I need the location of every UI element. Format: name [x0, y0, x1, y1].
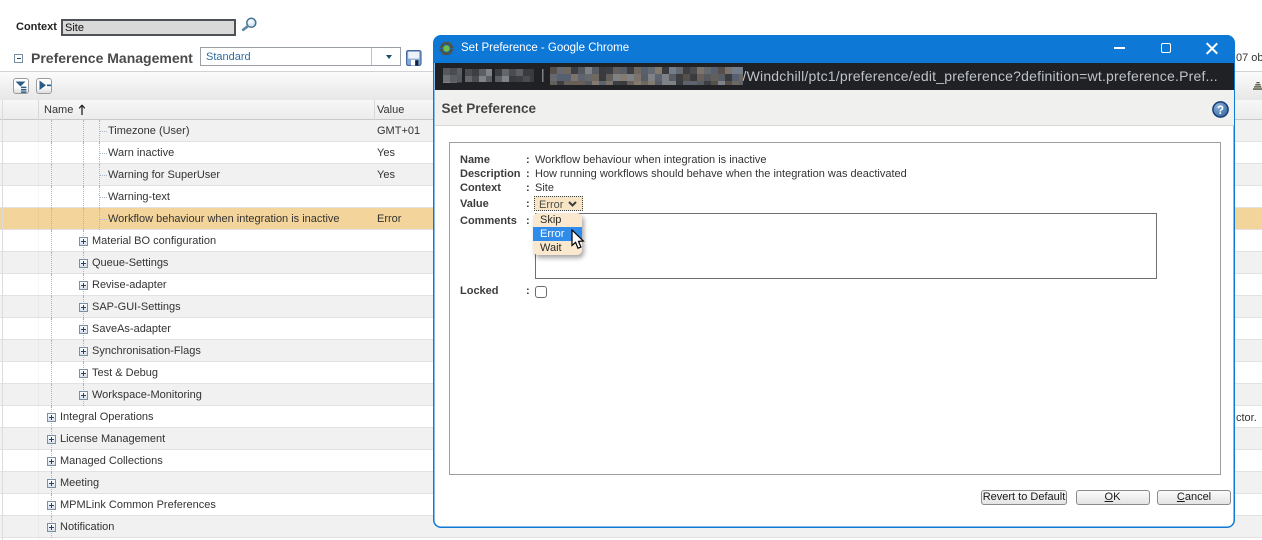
svg-text:?: ? [1216, 105, 1223, 117]
